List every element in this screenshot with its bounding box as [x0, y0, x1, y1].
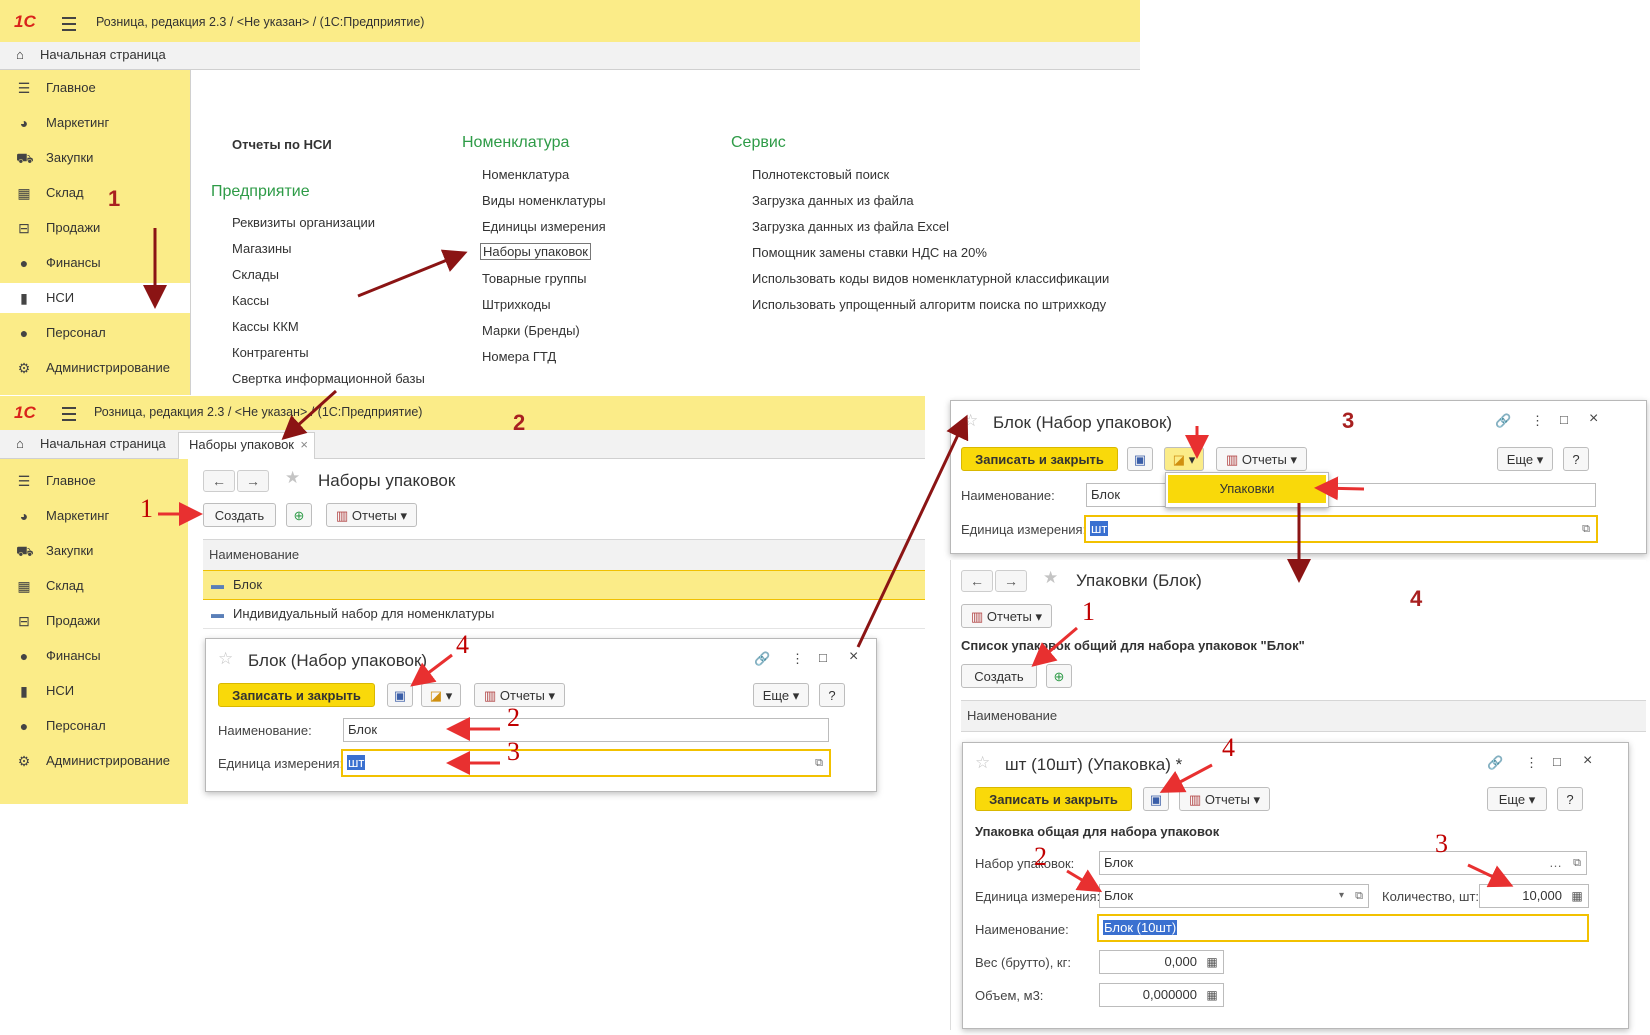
arrow-to-right-form [856, 414, 969, 648]
arrow-save-package [1159, 763, 1213, 793]
arrow-to-package-sets [357, 249, 468, 298]
arrow-save [410, 653, 453, 687]
arrow-qty [1467, 863, 1514, 888]
arrow-create-package [1031, 626, 1078, 667]
annotation-arrows [143, 228, 1514, 893]
arrow-menu-packages [1314, 476, 1365, 501]
arrow-to-tab [281, 389, 338, 441]
arrow-unit-package [1066, 869, 1103, 893]
